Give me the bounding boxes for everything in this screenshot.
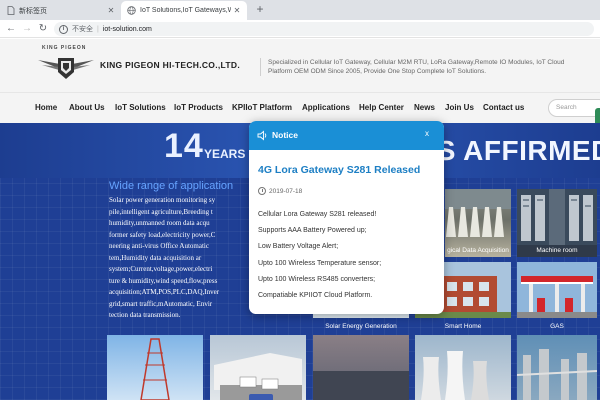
tile-logistics[interactable]: [210, 335, 306, 400]
tower-photo: [140, 338, 170, 400]
nav-iot-solutions[interactable]: IoT Solutions: [115, 103, 166, 112]
news-line: Supports AAA Battery Powered up;: [258, 227, 367, 235]
factory-photo: [517, 349, 597, 400]
page-icon: [6, 6, 15, 15]
site-header: KING PIGEON KING PIGEON HI-TECH.CO.,LTD.…: [0, 39, 600, 92]
close-icon[interactable]: x: [425, 129, 429, 138]
tile-power-plant[interactable]: [415, 335, 511, 400]
pigeon-logo-icon: [38, 58, 94, 79]
company-tagline: Specialized in Cellular IoT Gateway, Cel…: [260, 58, 590, 76]
nav-home[interactable]: Home: [35, 103, 57, 112]
notice-header: Notice x: [249, 121, 444, 150]
nav-help-center[interactable]: Help Center: [359, 103, 404, 112]
new-tab-plus-icon[interactable]: +: [253, 3, 267, 17]
url-text: iot-solution.com: [102, 25, 152, 33]
news-line: Low Battery Voltage Alert;: [258, 243, 339, 251]
nav-join-us[interactable]: Join Us: [445, 103, 474, 112]
warehouse-photo: [214, 353, 302, 400]
address-bar: ← → ↻ i 不安全 | iot-solution.com: [0, 20, 600, 38]
nav-contact-us[interactable]: Contact us: [483, 103, 524, 112]
nav-kpiiot-platform[interactable]: KPIIoT Platform: [232, 103, 292, 112]
tile-label: Solar Energy Generation: [325, 323, 397, 330]
nav-applications[interactable]: Applications: [302, 103, 350, 112]
back-arrow-icon[interactable]: ←: [4, 22, 18, 36]
browser-tab-bar: 新标签页 ✕ IoT Solutions,IoT Gateways,W ✕ +: [0, 0, 600, 20]
reload-icon[interactable]: ↻: [36, 22, 50, 36]
news-line: Upto 100 Wireless Temperature sensor;: [258, 259, 382, 267]
globe-icon: [127, 6, 136, 15]
news-date: 2019-07-18: [258, 187, 302, 195]
cooling-tower-photo: [421, 351, 489, 400]
news-line: Cellular Lora Gateway S281 released!: [258, 211, 377, 218]
forward-arrow-icon[interactable]: →: [20, 22, 34, 36]
server-room-photo: [517, 189, 597, 245]
browser-tab-new[interactable]: 新标签页 ✕: [0, 1, 121, 20]
security-label: 不安全: [72, 26, 93, 33]
tile-data-acquisition[interactable]: gical Data Acquisition: [445, 189, 511, 257]
nav-news[interactable]: News: [414, 103, 435, 112]
tile-machine-room[interactable]: Machine room: [517, 189, 597, 257]
tile-factory[interactable]: [517, 335, 597, 400]
news-title[interactable]: 4G Lora Gateway S281 Released: [258, 164, 420, 176]
url-field[interactable]: i 不安全 | iot-solution.com: [54, 22, 594, 36]
clock-icon: [258, 187, 266, 195]
applications-heading: Wide range of application: [109, 180, 234, 192]
tile-label: GAS: [550, 323, 564, 330]
company-name: KING PIGEON HI-TECH.CO.,LTD.: [100, 60, 240, 70]
news-line: Upto 100 Wireless RS485 converters;: [258, 275, 376, 283]
company-logo[interactable]: KING PIGEON KING PIGEON HI-TECH.CO.,LTD.: [36, 45, 251, 85]
tile-label: Machine room: [536, 247, 578, 254]
dam-photo: [445, 189, 511, 237]
news-body: Cellular Lora Gateway S281 released! Sup…: [258, 207, 436, 304]
years-number: 14: [164, 127, 204, 165]
gas-station-photo: [517, 262, 597, 318]
nav-iot-products[interactable]: IoT Products: [174, 103, 223, 112]
main-navigation: Home About Us IoT Solutions IoT Products…: [0, 92, 600, 123]
tile-tower[interactable]: [107, 335, 203, 400]
tab-title: IoT Solutions,IoT Gateways,W: [140, 7, 231, 14]
plant-photo: [313, 371, 409, 400]
tab-title: 新标签页: [19, 7, 47, 15]
tile-gas[interactable]: GAS: [517, 262, 597, 334]
speaker-icon: [257, 130, 267, 141]
notice-title: Notice: [272, 130, 298, 140]
notice-modal: Notice x 4G Lora Gateway S281 Released 2…: [249, 121, 444, 314]
tile-label: gical Data Acquisition: [447, 247, 509, 254]
news-date-text: 2019-07-18: [269, 187, 303, 195]
info-icon[interactable]: i: [59, 24, 68, 34]
tile-energy-plant[interactable]: [313, 335, 409, 400]
news-line: Compatiable KPIIOT Cloud Platform.: [258, 291, 373, 299]
tab-close-icon[interactable]: ✕: [231, 6, 243, 15]
url-separator: |: [97, 25, 99, 33]
nav-about-us[interactable]: About Us: [69, 103, 105, 112]
tile-label: Smart Home: [444, 323, 482, 330]
site-search-input[interactable]: Search: [548, 99, 600, 117]
tab-close-icon[interactable]: ✕: [105, 6, 117, 15]
browser-tab-active[interactable]: IoT Solutions,IoT Gateways,W ✕: [121, 1, 247, 20]
slider-indicator[interactable]: [249, 394, 273, 400]
